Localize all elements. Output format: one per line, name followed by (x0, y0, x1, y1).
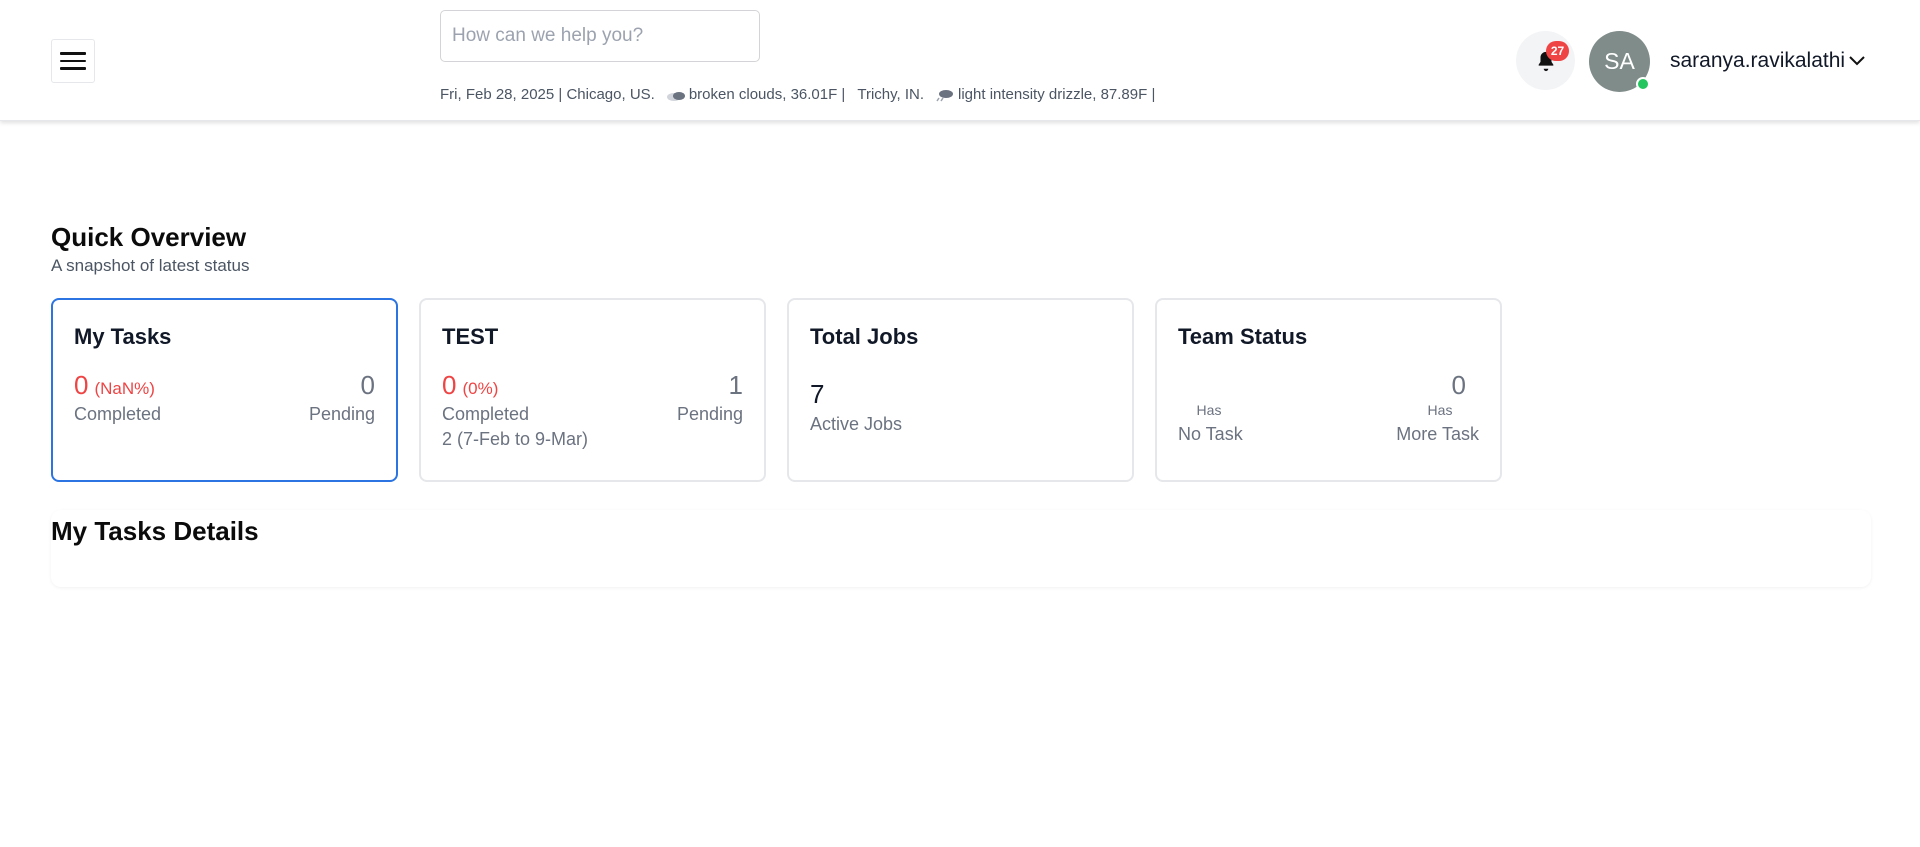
hamburger-menu-button[interactable] (51, 39, 95, 83)
date-location-text: Fri, Feb 28, 2025 | Chicago, US. (440, 86, 655, 103)
username-label[interactable]: saranya.ravikalathi (1670, 49, 1845, 73)
drizzle-icon (936, 89, 954, 101)
completed-count: 0 (0%) (442, 370, 498, 401)
search-input[interactable] (440, 10, 760, 62)
chevron-down-icon[interactable] (1848, 53, 1866, 67)
completed-label: Completed (74, 404, 162, 424)
date-range-note: 2 (7-Feb to 9-Mar) (442, 429, 589, 449)
total-jobs-card[interactable]: Total Jobs 7 Active Jobs (787, 298, 1134, 482)
top-header: Fri, Feb 28, 2025 | Chicago, US. broken … (0, 0, 1920, 121)
hamburger-menu-icon-bar (60, 67, 86, 70)
more-task-label: More Task (1396, 424, 1479, 444)
active-jobs-label: Active Jobs (810, 414, 903, 434)
has-label-left: Has (1196, 402, 1222, 418)
trichy-weather-text: light intensity drizzle, 87.89F | (958, 86, 1156, 103)
my-tasks-details-title: My Tasks Details (51, 516, 259, 546)
team-status-card[interactable]: Team Status 0 Has Has No Task More Task (1155, 298, 1502, 482)
quick-overview-subtitle: A snapshot of latest status (51, 256, 250, 275)
trichy-location-text: Trichy, IN. (857, 86, 925, 103)
completed-percent: (0%) (462, 379, 499, 398)
card-title: TEST (442, 324, 499, 349)
card-title: Total Jobs (810, 324, 919, 349)
active-jobs-count: 7 (810, 379, 825, 409)
card-title: Team Status (1178, 324, 1308, 349)
chicago-weather-text: broken clouds, 36.01F | (688, 86, 846, 103)
my-tasks-details-panel (51, 510, 1871, 587)
card-title: My Tasks (74, 324, 172, 349)
pending-count: 0 (360, 370, 375, 400)
has-label-right: Has (1427, 402, 1453, 418)
weather-bar: Fri, Feb 28, 2025 | Chicago, US. broken … (440, 86, 1155, 103)
pending-label: Pending (676, 404, 743, 424)
test-card[interactable]: TEST 0 (0%) 1 Completed Pending 2 (7-Feb … (419, 298, 766, 482)
completed-percent: (NaN%) (94, 379, 155, 398)
pending-count: 1 (728, 370, 743, 400)
completed-count: 0 (NaN%) (74, 370, 155, 401)
notification-count-badge: 27 (1546, 41, 1569, 61)
online-status-dot (1636, 77, 1650, 91)
completed-value: 0 (442, 370, 457, 400)
completed-label: Completed (442, 404, 530, 424)
cloud-icon (666, 91, 685, 101)
pending-label: Pending (308, 404, 375, 424)
completed-value: 0 (74, 370, 89, 400)
no-task-label: No Task (1178, 424, 1243, 444)
more-task-count: 0 (1451, 370, 1466, 400)
hamburger-menu-icon (60, 52, 86, 55)
hamburger-menu-icon-bar (60, 59, 86, 63)
my-tasks-card[interactable]: My Tasks 0 (NaN%) 0 Completed Pending (51, 298, 398, 482)
notifications-button[interactable]: 27 (1516, 31, 1575, 90)
quick-overview-title: Quick Overview (51, 222, 247, 252)
